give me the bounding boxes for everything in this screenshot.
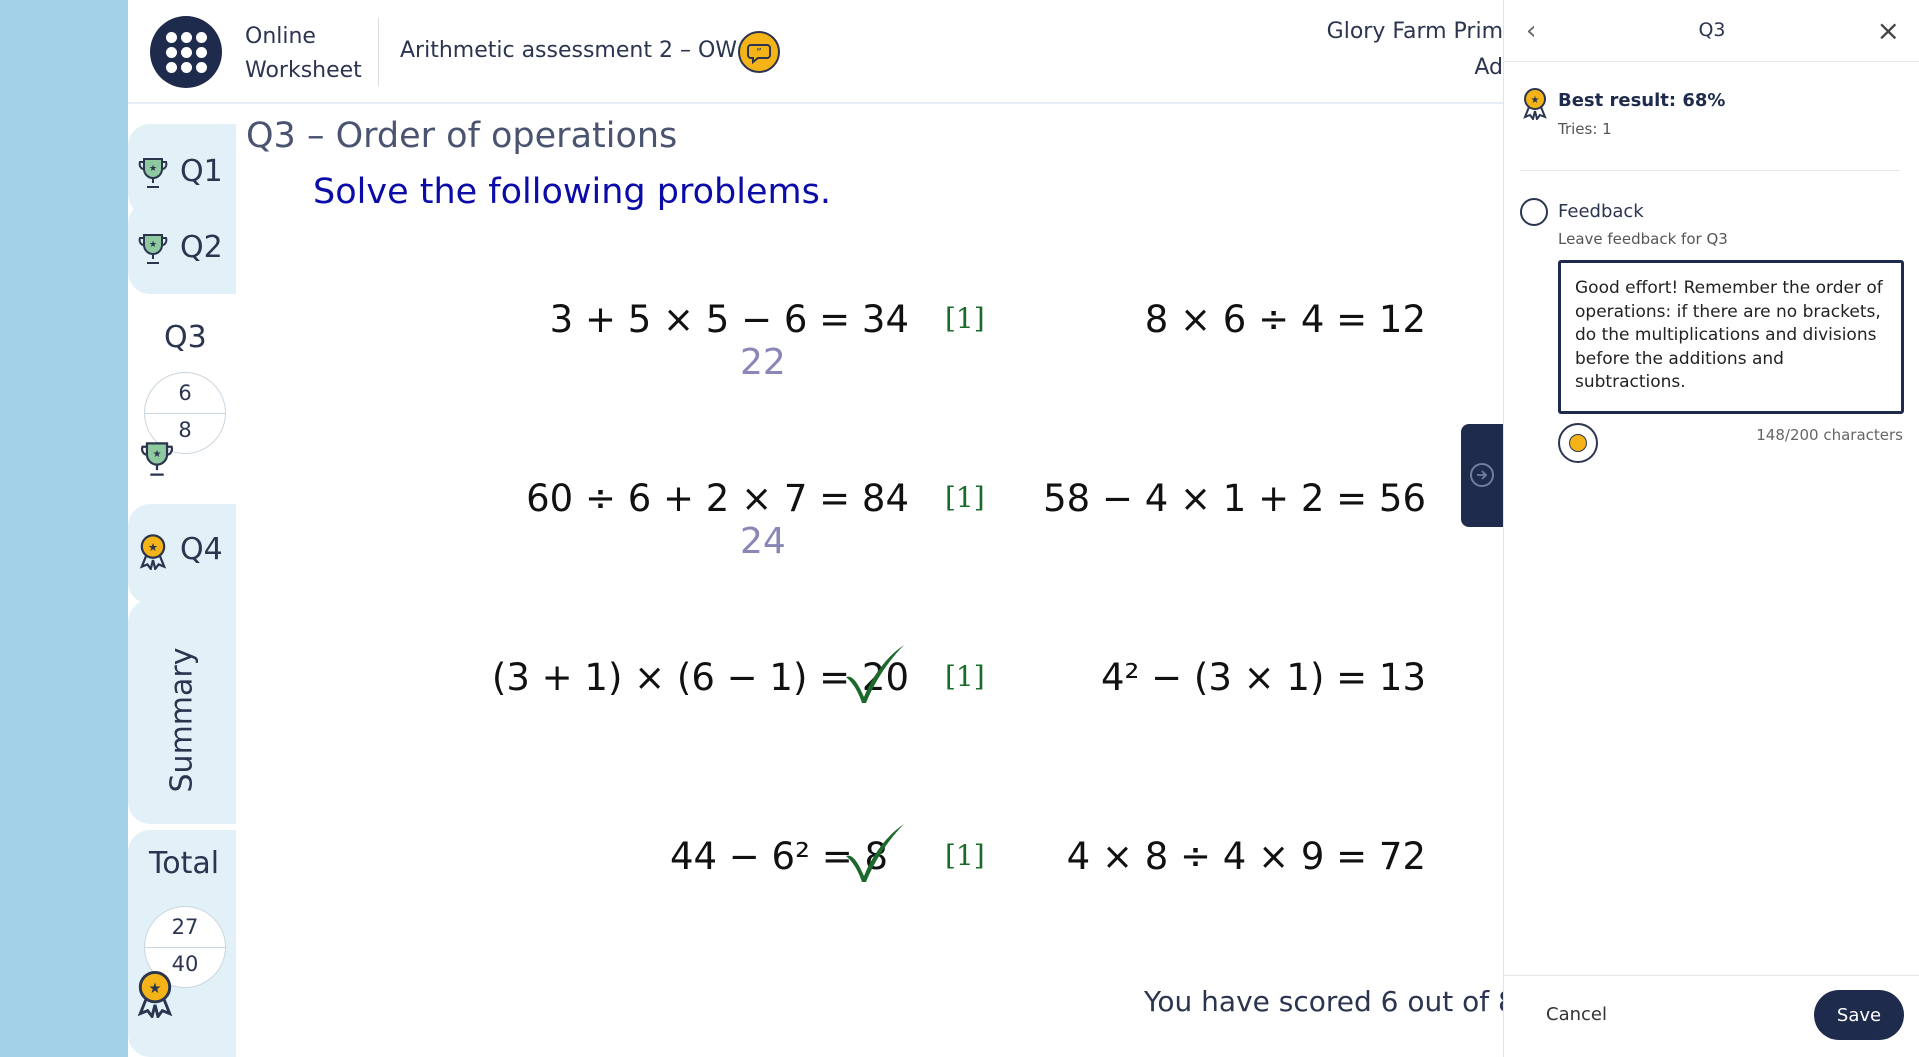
panel-footer: Cancel Save — [1504, 975, 1919, 1057]
tab-q4-label: Q4 — [180, 532, 223, 567]
score-message: You have scored 6 out of 8 f — [1144, 985, 1503, 1018]
worksheet-title: Arithmetic assessment 2 – OW — [400, 38, 738, 63]
award-rosette-icon: ★ — [1523, 88, 1547, 120]
problem-right-1: 8 × 6 ÷ 4 = 12 — [1144, 298, 1426, 341]
problem-right-3: 4² − (3 × 1) = 13 — [1101, 656, 1426, 699]
feedback-title: Feedback — [1558, 201, 1644, 222]
award-rosette-icon: ★ — [139, 534, 167, 570]
feedback-textarea[interactable]: Good effort! Remember the order of opera… — [1558, 260, 1904, 414]
feedback-chat-icon[interactable]: ” — [738, 31, 780, 73]
award-rosette-icon: ★ — [137, 970, 173, 1018]
correction-2: 24 — [740, 521, 786, 562]
problem-left-2: 60 ÷ 6 + 2 × 7 = 84 — [526, 477, 909, 520]
trophy-icon: ★ — [138, 234, 168, 264]
tab-q1-label: Q1 — [180, 154, 223, 189]
mark-3: [1] — [945, 660, 985, 693]
top-bar: Online Worksheet Arithmetic assessment 2… — [128, 0, 1503, 104]
tab-total[interactable]: Total 27 40 ★ — [128, 830, 236, 1057]
question-heading: Q3 – Order of operations — [246, 116, 678, 156]
divider — [1520, 170, 1900, 171]
instruction-text: Solve the following problems. — [313, 172, 831, 212]
total-score: 27 — [171, 915, 199, 939]
svg-text:★: ★ — [149, 240, 157, 250]
mark-2: [1] — [945, 481, 985, 514]
school-name-line1: Glory Farm Prim — [1326, 19, 1503, 44]
feedback-panel: ‹ Q3 × ★ Best result: 68% Tries: 1 Feedb… — [1503, 0, 1919, 1057]
q3-max: 8 — [178, 418, 192, 442]
problem-right-4: 4 × 8 ÷ 4 × 9 = 72 — [1066, 835, 1426, 878]
problem-right-2: 58 − 4 × 1 + 2 = 56 — [1043, 477, 1426, 520]
tab-summary-label: Summary — [164, 647, 200, 793]
correct-tick-icon — [846, 645, 904, 703]
total-label: Total — [149, 846, 220, 881]
school-name: Glory Farm Prim Ad — [1327, 14, 1503, 86]
divider — [378, 18, 379, 86]
question-nav: ★ Q1 ★ Q2 Q3 6 8 ★ ★ Q4 Summary Total 27… — [128, 104, 236, 1057]
app-name: Online Worksheet — [245, 20, 362, 88]
mark-4: [1] — [945, 839, 985, 872]
close-icon[interactable]: × — [1877, 14, 1900, 47]
tries-count: Tries: 1 — [1558, 120, 1612, 138]
arrow-right-circle-icon — [1470, 463, 1494, 487]
cancel-button[interactable]: Cancel — [1546, 1004, 1607, 1025]
app-name-line2: Worksheet — [245, 58, 362, 83]
smiley-icon — [1569, 434, 1587, 452]
trophy-icon: ★ — [138, 158, 168, 188]
save-button[interactable]: Save — [1814, 990, 1904, 1040]
app-name-line1: Online — [245, 24, 316, 49]
tab-q3[interactable]: Q3 6 8 ★ — [128, 294, 236, 504]
panel-header: ‹ Q3 × — [1504, 0, 1919, 62]
correct-tick-icon — [846, 824, 904, 882]
svg-text:★: ★ — [148, 541, 158, 554]
mark-1: [1] — [945, 302, 985, 335]
panel-toggle-button[interactable] — [1461, 424, 1503, 527]
svg-text:★: ★ — [152, 449, 161, 460]
tab-q4[interactable]: ★ Q4 — [128, 504, 236, 604]
worksheet-area: Online Worksheet Arithmetic assessment 2… — [128, 0, 1503, 1057]
feedback-speech-icon — [1520, 198, 1548, 226]
svg-text:”: ” — [756, 46, 762, 59]
trophy-icon: ★ — [140, 442, 174, 476]
app-grid-logo-icon[interactable] — [150, 16, 222, 88]
tab-summary[interactable]: Summary — [128, 600, 236, 824]
school-name-line2: Ad — [1474, 55, 1503, 80]
svg-text:★: ★ — [149, 164, 157, 174]
correction-1: 22 — [740, 342, 786, 383]
feedback-subtitle: Leave feedback for Q3 — [1558, 230, 1728, 248]
best-result: Best result: 68% — [1558, 90, 1726, 111]
panel-title: Q3 — [1698, 19, 1726, 41]
left-background-strip — [0, 0, 128, 1057]
character-count: 148/200 characters — [1756, 426, 1903, 444]
emoji-picker-button[interactable] — [1558, 423, 1598, 463]
tab-q3-label: Q3 — [164, 320, 207, 355]
svg-text:★: ★ — [148, 980, 161, 997]
tab-q2-label: Q2 — [180, 230, 223, 265]
problem-left-1: 3 + 5 × 5 − 6 = 34 — [549, 298, 909, 341]
q3-score: 6 — [178, 381, 192, 405]
svg-text:★: ★ — [1531, 95, 1540, 106]
tab-q2[interactable]: ★ Q2 — [128, 202, 236, 294]
